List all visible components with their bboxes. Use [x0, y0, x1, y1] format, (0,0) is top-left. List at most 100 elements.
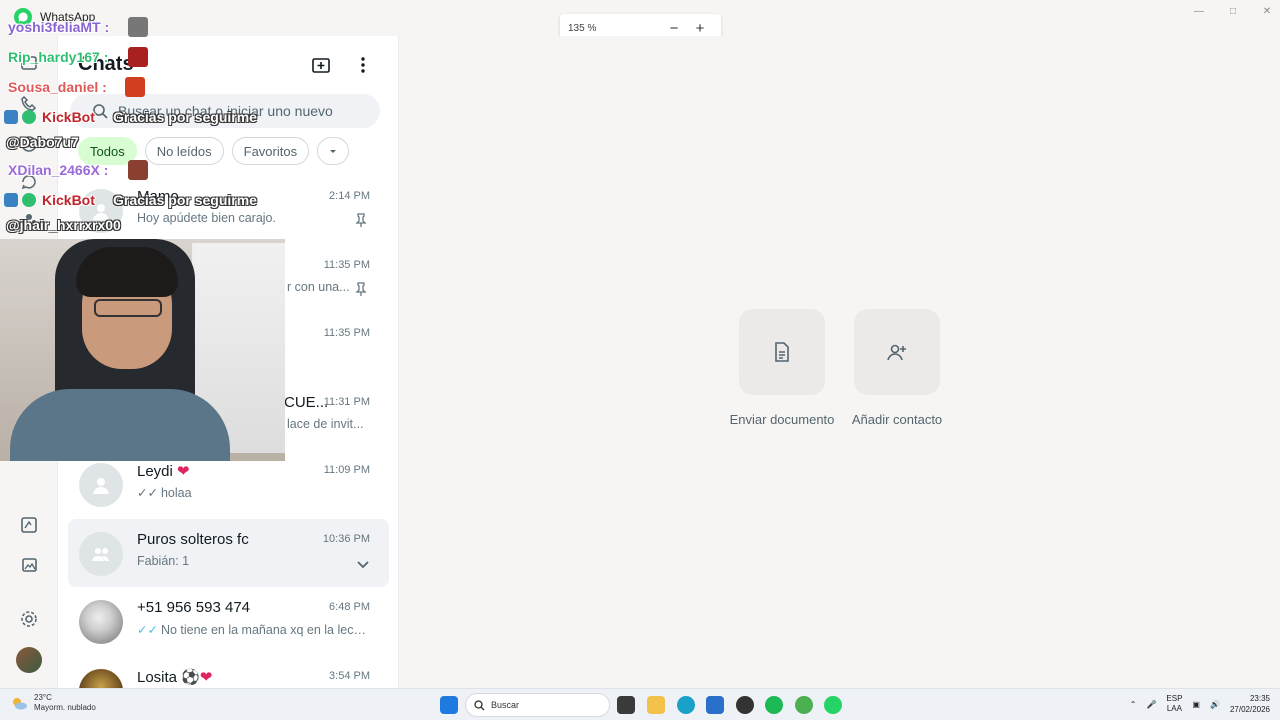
pin-icon [355, 213, 367, 227]
overlay-bot-mention: @jhair_hxrrxrx00 [6, 217, 121, 233]
edge-browser-icon[interactable] [677, 696, 695, 714]
overlay-bot-mention: @Dabo7u7 [6, 134, 79, 150]
bot-badge-icon [4, 110, 18, 124]
chat-preview: lace de invit... [287, 416, 364, 431]
store-icon[interactable] [706, 696, 724, 714]
overlay-chat-user: Rip_hardy167 : [8, 49, 109, 65]
starred-messages-icon[interactable] [17, 513, 41, 537]
taskbar-search[interactable]: Buscar [465, 693, 610, 717]
settings-gear-icon[interactable] [17, 607, 41, 631]
task-view-icon[interactable] [617, 696, 635, 714]
overlay-avatar [128, 160, 148, 180]
chat-time: 11:35 PM [323, 327, 370, 339]
overlay-bot-message: Gracias por seguirme [113, 192, 257, 208]
weather-text: 23°C Mayorm. nublado [34, 693, 96, 713]
pin-icon [355, 281, 367, 296]
overlay-chat-user: XDilan_2466X : [8, 162, 109, 178]
maximize-icon[interactable]: □ [1216, 4, 1250, 18]
verified-badge-icon [22, 193, 36, 207]
filter-unread[interactable]: No leídos [144, 137, 224, 165]
spotify-icon[interactable] [765, 696, 783, 714]
chat-item-mamo[interactable]: Mamo 2:14 PM Hoy apúdete bien carajo. [58, 176, 398, 245]
chat-time: 10:36 PM [322, 532, 370, 545]
chevron-down-icon[interactable] [356, 557, 370, 571]
start-windows-icon[interactable] [440, 696, 458, 714]
chat-time: 11:35 PM [323, 258, 370, 271]
weather-widget[interactable]: 23°C Mayorm. nublado [10, 693, 96, 713]
file-explorer-icon[interactable] [647, 696, 665, 714]
overlay-bot-name: KickBot [42, 192, 95, 208]
obs-icon[interactable] [736, 696, 754, 714]
chat-time: 6:48 PM [329, 601, 370, 613]
clock-time: 23:35 [1249, 694, 1270, 703]
overlay-avatar [125, 77, 145, 97]
volume-icon[interactable]: 🔊 [1210, 700, 1220, 709]
tray-chevron-up-icon[interactable]: ⌃ [1130, 700, 1137, 709]
system-tray: ⌃ 🎤 ESP LAA ▣ 🔊 23:35 27/02/2026 [1130, 693, 1270, 715]
group-avatar-icon [79, 531, 123, 576]
overlay-chat-user: Sousa_daniel : [8, 79, 107, 95]
add-contact-label: Añadir contacto [851, 412, 943, 427]
webcam-person-body [10, 389, 230, 461]
zoom-out-button[interactable]: − [661, 20, 687, 37]
soccer-ball-emoji-icon: ⚽ [181, 668, 200, 686]
overlay-bot-message: Gracias por seguirme [113, 109, 257, 125]
weather-cloud-icon [13, 698, 27, 710]
filter-more-button[interactable] [317, 137, 350, 165]
contact-avatar [79, 668, 123, 688]
language-indicator[interactable]: ESP LAA [1166, 694, 1182, 714]
chrome-icon[interactable] [795, 696, 813, 714]
window-controls: — □ ✕ [1182, 4, 1280, 18]
chat-time: 3:54 PM [329, 669, 370, 682]
overlay-bot-name: KickBot [42, 109, 95, 125]
bot-badge-icon [4, 193, 18, 207]
chat-time: 11:31 PM [323, 395, 370, 408]
taskbar-search-label: Buscar [491, 700, 520, 710]
chat-name: Losita ⚽❤ [137, 668, 213, 686]
menu-kebab-icon[interactable] [351, 53, 375, 77]
double-check-icon: ✓✓ [137, 486, 158, 500]
webcam-person-glasses [94, 299, 162, 317]
title-bar: WhatsApp 135 % − + — □ ✕ [0, 0, 1280, 42]
chat-item-puros-solteros[interactable]: Puros solteros fc 10:36 PM Fabián: 1 [68, 518, 389, 587]
add-contact-button[interactable] [854, 309, 940, 395]
webcam-overlay [0, 239, 285, 461]
overlay-chat-user: yoshi3feliaMT : [8, 19, 110, 35]
default-avatar-icon [79, 463, 123, 507]
double-check-icon: ✓✓ [137, 623, 158, 637]
network-icon[interactable]: ▣ [1192, 700, 1200, 709]
heart-emoji-icon: ❤ [177, 463, 190, 480]
contact-avatar [79, 600, 123, 644]
chat-preview: ✓✓ No tiene en la mañana xq en la lech... [137, 623, 367, 637]
chat-preview: ✓✓ holaa [137, 486, 192, 500]
search-icon [474, 699, 485, 710]
filter-favorites[interactable]: Favoritos [231, 137, 310, 165]
chat-name: CUE... [284, 393, 329, 411]
send-document-button[interactable] [739, 309, 825, 395]
whatsapp-taskbar-icon[interactable] [824, 696, 842, 714]
language-bottom: LAA [1166, 704, 1182, 713]
clock[interactable]: 23:35 27/02/2026 [1230, 693, 1270, 715]
chat-time: 2:14 PM [329, 190, 370, 202]
microphone-icon[interactable]: 🎤 [1146, 700, 1156, 709]
zoom-level: 135 % [568, 22, 597, 34]
add-person-icon [887, 344, 906, 361]
media-gallery-icon[interactable] [17, 553, 41, 577]
chat-item-losita[interactable]: Losita ⚽❤ 3:54 PM [58, 656, 398, 688]
chat-name: +51 956 593 474 [137, 599, 251, 616]
weather-desc: Mayorm. nublado [34, 703, 96, 712]
chat-time: 11:09 PM [323, 464, 370, 476]
heart-emoji-icon: ❤ [199, 668, 213, 686]
overlay-avatar [128, 47, 148, 67]
filter-chips: Todos No leídos Favoritos [78, 137, 350, 165]
profile-avatar[interactable] [16, 647, 42, 673]
taskbar: 23°C Mayorm. nublado Buscar ⌃ 🎤 ESP LAA … [0, 688, 1280, 720]
minimize-icon[interactable]: — [1182, 4, 1216, 18]
zoom-in-button[interactable]: + [687, 20, 713, 37]
chat-preview: Fabián: 1 [137, 553, 190, 568]
close-icon[interactable]: ✕ [1250, 4, 1280, 18]
clock-date: 27/02/2026 [1229, 705, 1270, 714]
new-chat-icon[interactable] [309, 53, 333, 77]
weather-temp: 23°C [34, 693, 52, 702]
chat-item-phone[interactable]: +51 956 593 474 6:48 PM ✓✓ No tiene en la… [58, 587, 398, 656]
